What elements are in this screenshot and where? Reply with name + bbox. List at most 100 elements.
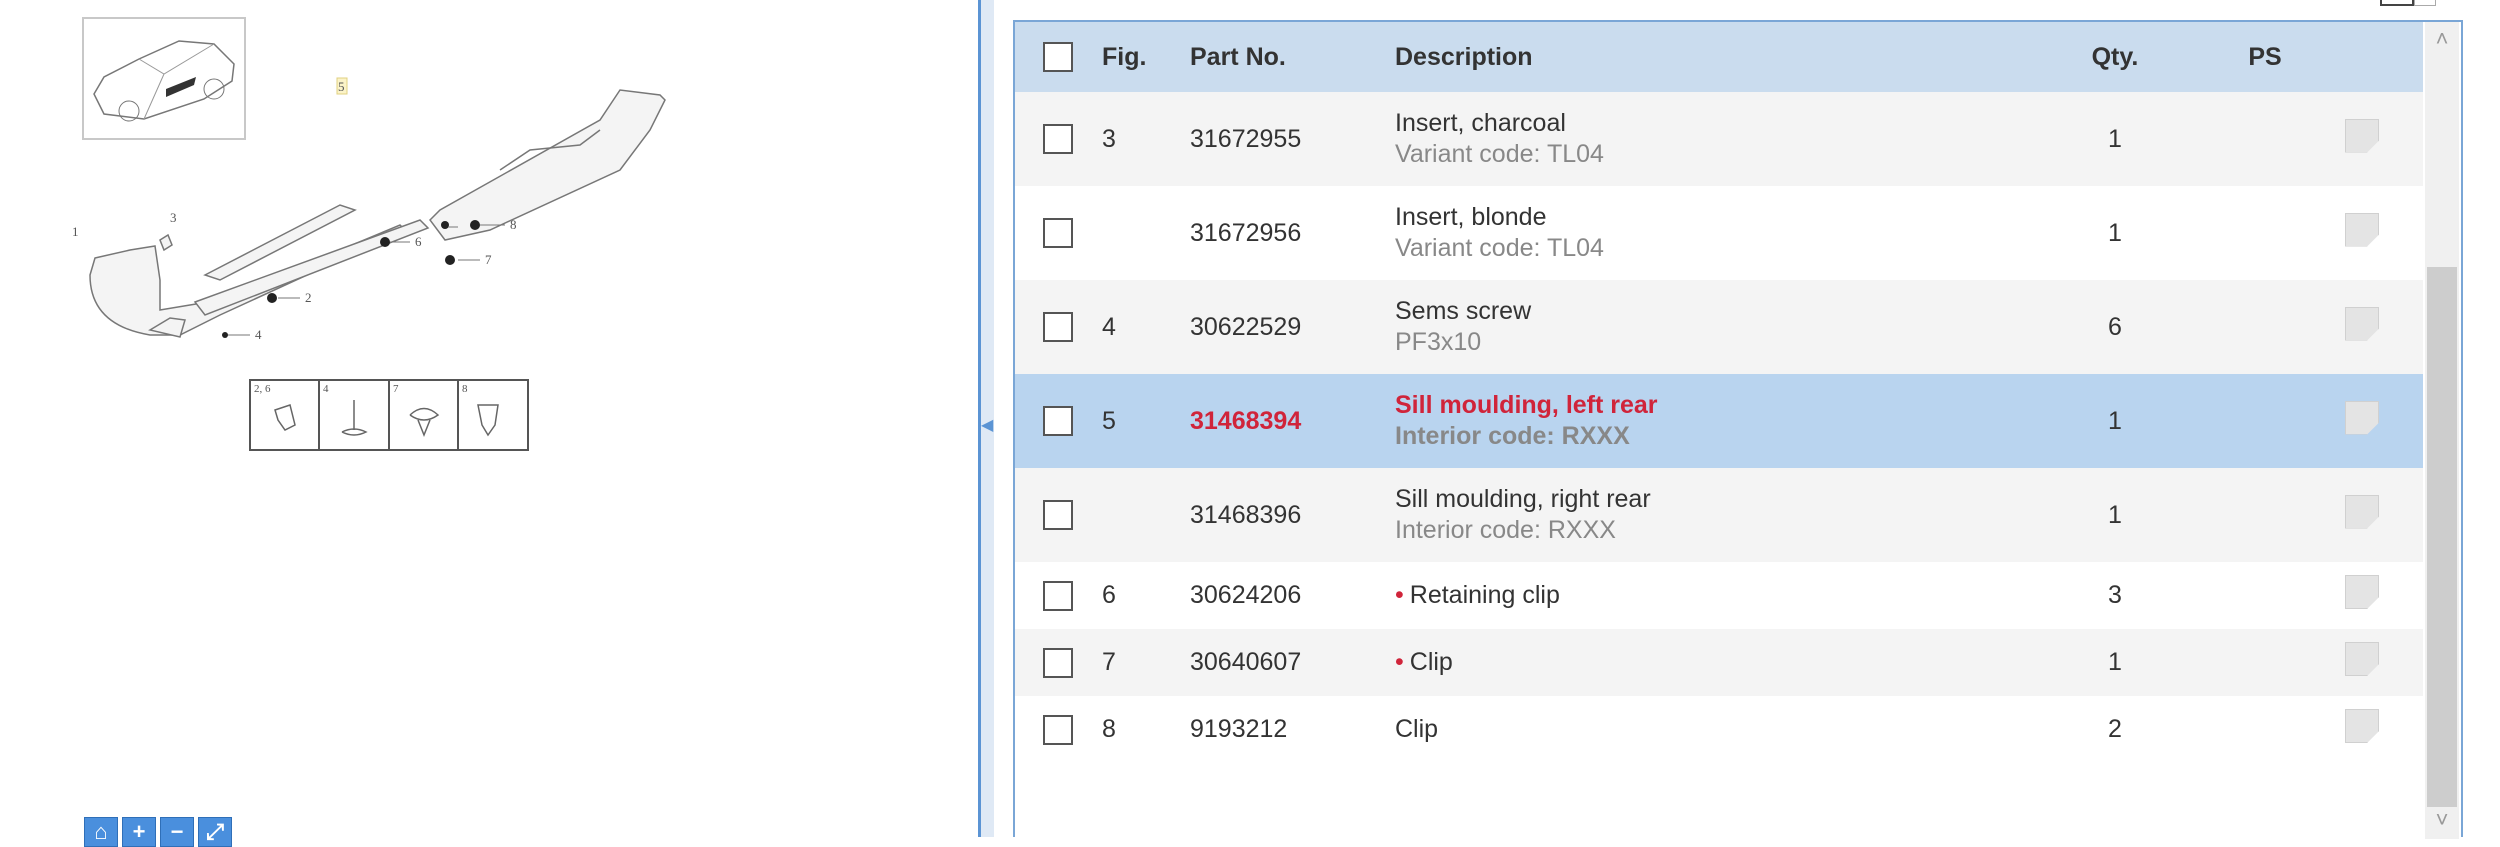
parts-list-panel: Fig. Part No. Description Qty. PS 3 3167…	[1013, 20, 2463, 839]
fig-cell: 6	[1090, 562, 1190, 629]
callout-6[interactable]: 6	[415, 234, 422, 249]
fig-cell: 8	[1090, 696, 1190, 763]
column-ps[interactable]: PS	[2185, 22, 2345, 92]
table-row[interactable]: 8 9193212 Clip 2	[1015, 696, 2423, 763]
legend-label: 2, 6	[254, 383, 271, 395]
table-row[interactable]: 5 31468394 Sill moulding, left rear Inter…	[1015, 374, 2423, 468]
table-row[interactable]: 31468396 Sill moulding, right rear Interi…	[1015, 468, 2423, 562]
legend-label: 7	[393, 383, 399, 395]
callout-5[interactable]: 5	[338, 79, 345, 94]
part-number[interactable]: 9193212	[1190, 696, 1395, 763]
variant-code: Interior code: RXXX	[1395, 516, 1616, 544]
note-icon[interactable]	[2345, 306, 2379, 341]
zoom-in-icon[interactable]: +	[122, 817, 156, 847]
exploded-parts-diagram: 1 2 3 4 5 6 7 8 2, 6 4 7 8	[72, 77, 666, 451]
parts-table: Fig. Part No. Description Qty. PS 3 3167…	[1015, 22, 2423, 763]
diagram-panel: 1 2 3 4 5 6 7 8 2, 6 4 7 8 ⌂ + − ⤢	[0, 0, 975, 847]
bullet: •	[1395, 581, 1404, 609]
note-icon[interactable]	[2345, 709, 2379, 743]
table-row[interactable]: 7 30640607 • Clip 1	[1015, 629, 2423, 696]
view-toggle-icon[interactable]	[2380, 0, 2414, 6]
fig-cell: 3	[1090, 92, 1190, 186]
variant-code: Variant code: TL04	[1395, 234, 1604, 262]
description: Clip	[1409, 648, 1453, 676]
row-checkbox[interactable]	[1043, 218, 1073, 249]
callout-7[interactable]: 7	[485, 252, 492, 267]
row-checkbox[interactable]	[1043, 714, 1073, 745]
panel-splitter[interactable]: ◀	[978, 0, 994, 837]
fig-cell	[1090, 186, 1190, 280]
bullet: •	[1395, 648, 1404, 676]
callout-1[interactable]: 1	[72, 224, 79, 239]
select-all-checkbox[interactable]	[1043, 42, 1073, 73]
scroll-down-icon[interactable]: ˅	[2425, 807, 2459, 833]
fit-icon[interactable]: ⤢	[198, 817, 232, 847]
qty-cell: 6	[2045, 280, 2185, 374]
description: Clip	[1395, 715, 1439, 743]
part-number[interactable]: 30624206	[1190, 562, 1395, 629]
callout-4[interactable]: 4	[255, 327, 262, 342]
column-description[interactable]: Description	[1395, 22, 2045, 92]
qty-cell: 1	[2045, 186, 2185, 280]
callout-2[interactable]: 2	[305, 290, 312, 305]
note-icon[interactable]	[2345, 575, 2379, 609]
note-icon[interactable]	[2345, 212, 2379, 247]
column-fig[interactable]: Fig.	[1090, 22, 1190, 92]
part-number[interactable]: 31672955	[1190, 92, 1395, 186]
variant-code: Interior code: RXXX	[1395, 422, 1630, 450]
note-icon[interactable]	[2345, 494, 2379, 529]
row-checkbox[interactable]	[1043, 647, 1073, 678]
home-icon[interactable]: ⌂	[84, 817, 118, 847]
scrollbar[interactable]: ˄ ˅	[2425, 22, 2459, 839]
note-icon[interactable]	[2345, 642, 2379, 676]
part-number[interactable]: 30622529	[1190, 280, 1395, 374]
description: Insert, blonde	[1395, 203, 1547, 231]
part-number[interactable]: 31468394	[1190, 374, 1395, 468]
table-row[interactable]: 31672956 Insert, blonde Variant code: TL0…	[1015, 186, 2423, 280]
fig-cell: 4	[1090, 280, 1190, 374]
description: Insert, charcoal	[1395, 109, 1566, 137]
variant-code: PF3x10	[1395, 328, 1482, 356]
row-checkbox[interactable]	[1043, 124, 1073, 155]
table-row[interactable]: 3 31672955 Insert, charcoal Variant code:…	[1015, 92, 2423, 186]
fig-cell: 7	[1090, 629, 1190, 696]
note-icon[interactable]	[2345, 400, 2379, 435]
qty-cell: 1	[2045, 374, 2185, 468]
part-number[interactable]: 31468396	[1190, 468, 1395, 562]
callout-8[interactable]: 8	[510, 217, 517, 232]
view-toggle-icon[interactable]	[2414, 0, 2436, 6]
row-checkbox[interactable]	[1043, 312, 1073, 343]
qty-cell: 1	[2045, 92, 2185, 186]
description: Sill moulding, left rear	[1395, 391, 1658, 419]
part-3-insert-strip	[203, 204, 357, 281]
part-number[interactable]: 30640607	[1190, 629, 1395, 696]
row-checkbox[interactable]	[1043, 500, 1073, 531]
part-number[interactable]: 31672956	[1190, 186, 1395, 280]
legend-label: 4	[323, 383, 329, 395]
legend-label: 8	[462, 383, 468, 395]
table-row[interactable]: 4 30622529 Sems screw PF3x10 6	[1015, 280, 2423, 374]
row-checkbox[interactable]	[1043, 580, 1073, 611]
row-checkbox[interactable]	[1043, 406, 1073, 437]
zoom-out-icon[interactable]: −	[160, 817, 194, 847]
collapse-arrow-icon[interactable]: ◀	[981, 415, 993, 435]
scrollbar-thumb[interactable]	[2427, 267, 2457, 807]
qty-cell: 1	[2045, 468, 2185, 562]
description: Sill moulding, right rear	[1395, 485, 1651, 513]
qty-cell: 2	[2045, 696, 2185, 763]
column-part-no[interactable]: Part No.	[1190, 22, 1395, 92]
fig-cell	[1090, 468, 1190, 562]
fastener-legend: 2, 6 4 7 8	[249, 379, 529, 451]
qty-cell: 1	[2045, 629, 2185, 696]
diagram-toolbar: ⌂ + − ⤢	[84, 817, 232, 847]
description: Retaining clip	[1409, 581, 1560, 609]
column-qty[interactable]: Qty.	[2045, 22, 2185, 92]
scroll-up-icon[interactable]: ˄	[2425, 26, 2459, 52]
note-icon[interactable]	[2345, 118, 2379, 153]
callout-3[interactable]: 3	[170, 210, 177, 225]
part-1-sill-front	[89, 224, 407, 336]
variant-code: Variant code: TL04	[1395, 140, 1604, 168]
part-5-sill-rear	[429, 89, 666, 241]
table-row[interactable]: 6 30624206 • Retaining clip 3	[1015, 562, 2423, 629]
fig-cell: 5	[1090, 374, 1190, 468]
